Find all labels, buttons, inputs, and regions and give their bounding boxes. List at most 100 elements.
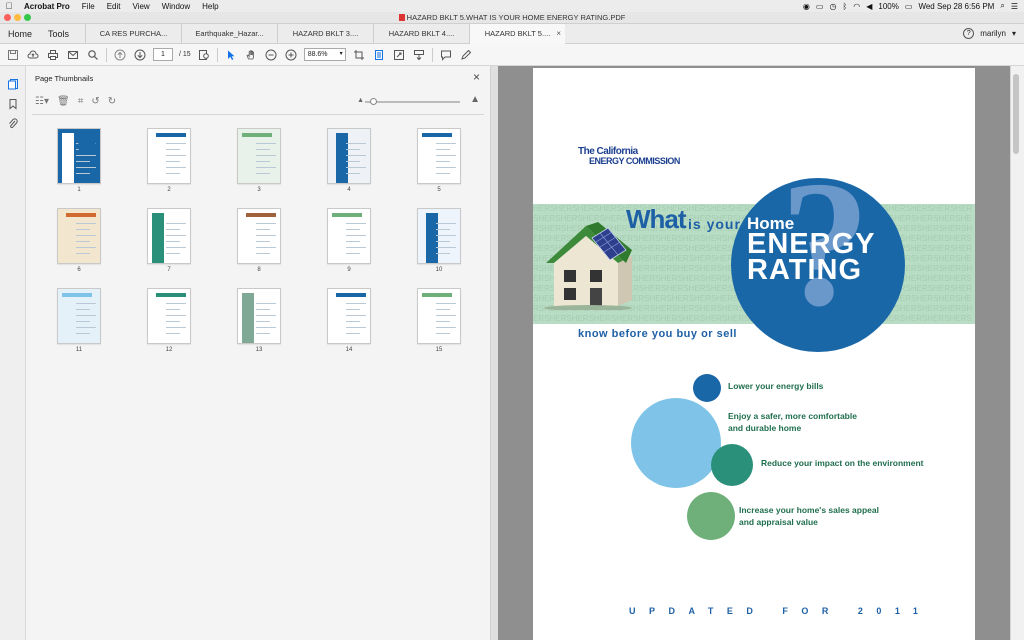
fit-page-icon[interactable] bbox=[197, 48, 211, 62]
thumbnail-text-line bbox=[346, 315, 366, 316]
crop-icon[interactable]: ⌗ bbox=[78, 96, 84, 107]
display-icon[interactable]: ▭ bbox=[816, 2, 824, 11]
page-thumbnails-icon[interactable] bbox=[7, 78, 19, 90]
document-view[interactable]: The California ENERGY COMMISSION HERSHER… bbox=[498, 66, 1010, 640]
page-number-input[interactable]: 1 bbox=[153, 48, 173, 61]
page-thumbnail[interactable] bbox=[57, 128, 101, 184]
page-thumbnail[interactable] bbox=[57, 208, 101, 264]
cloud-upload-icon[interactable] bbox=[26, 48, 40, 62]
page-thumbnail[interactable] bbox=[327, 208, 371, 264]
toolbar-divider bbox=[216, 47, 218, 62]
close-tab-icon[interactable]: × bbox=[556, 24, 561, 44]
zoom-level-select[interactable]: 88.6% bbox=[303, 48, 346, 61]
help-menu[interactable]: Help bbox=[196, 2, 224, 11]
slider-knob[interactable] bbox=[369, 98, 377, 105]
thumbnail-accent bbox=[156, 133, 186, 137]
home-tab[interactable]: Home bbox=[0, 29, 40, 39]
page-thumbnail[interactable] bbox=[417, 128, 461, 184]
page-thumbnail[interactable] bbox=[417, 208, 461, 264]
user-name[interactable]: marilyn bbox=[980, 29, 1006, 38]
thumbnail-size-slider[interactable] bbox=[365, 98, 460, 105]
options-menu-icon[interactable]: ☷▾ bbox=[35, 96, 49, 107]
scrollbar-thumb[interactable] bbox=[1013, 74, 1019, 154]
headline-is-your: is your bbox=[688, 216, 741, 232]
help-icon[interactable]: ? bbox=[963, 28, 975, 39]
wifi-icon[interactable]: ◠ bbox=[853, 2, 860, 11]
page-thumbnail[interactable] bbox=[57, 288, 101, 344]
rotate-right-icon[interactable]: ↻ bbox=[108, 96, 116, 107]
account-area: ? marilyn ▾ bbox=[963, 28, 1024, 39]
apple-menu-icon[interactable]:  bbox=[0, 1, 18, 11]
window-menu[interactable]: Window bbox=[156, 2, 196, 11]
thumbnail-text-line bbox=[256, 155, 276, 156]
next-page-icon[interactable] bbox=[133, 48, 147, 62]
file-menu[interactable]: File bbox=[76, 2, 101, 11]
zoom-in-icon[interactable] bbox=[284, 48, 298, 62]
select-cursor-icon[interactable] bbox=[224, 48, 238, 62]
delete-icon[interactable]: 🗑 bbox=[57, 96, 70, 107]
edit-menu[interactable]: Edit bbox=[101, 2, 127, 11]
document-tab[interactable]: CA RES PURCHA... bbox=[85, 23, 181, 44]
bookmark-icon[interactable] bbox=[7, 98, 19, 110]
document-tab[interactable]: Earthquake_Hazar... bbox=[181, 23, 277, 44]
panel-toolbar: ☷▾ 🗑 ⌗ ↺ ↻ bbox=[35, 96, 116, 107]
house-with-solar-panel-illustration bbox=[544, 222, 632, 310]
sync-icon[interactable]: ◷ bbox=[829, 2, 836, 11]
close-window-button[interactable] bbox=[4, 14, 11, 21]
page-thumbnail[interactable] bbox=[147, 288, 191, 344]
page-thumbnail[interactable] bbox=[237, 128, 281, 184]
comment-icon[interactable] bbox=[439, 48, 453, 62]
previous-page-icon[interactable] bbox=[113, 48, 127, 62]
attachment-icon[interactable] bbox=[7, 118, 19, 130]
thumbnail-text-line bbox=[256, 149, 270, 150]
page-thumbnail[interactable] bbox=[237, 208, 281, 264]
large-thumbnails-icon[interactable]: ▲ bbox=[470, 94, 480, 105]
close-panel-icon[interactable]: × bbox=[473, 70, 480, 84]
crop-pages-icon[interactable] bbox=[352, 48, 366, 62]
notification-center-icon[interactable]: ☰ bbox=[1011, 2, 1018, 11]
panel-splitter[interactable] bbox=[491, 66, 498, 640]
chevron-down-icon[interactable]: ▾ bbox=[1012, 29, 1016, 38]
email-icon[interactable] bbox=[66, 48, 80, 62]
volume-icon[interactable]: ◀ bbox=[866, 2, 872, 11]
bluetooth-icon[interactable]: ᛒ bbox=[842, 2, 847, 11]
thumbnail-accent bbox=[242, 293, 254, 343]
page-thumbnail[interactable] bbox=[417, 288, 461, 344]
creative-cloud-icon[interactable]: ◉ bbox=[803, 2, 810, 11]
page-thumbnail[interactable] bbox=[237, 288, 281, 344]
page-thumbnail[interactable] bbox=[147, 208, 191, 264]
page-thumbnail[interactable] bbox=[147, 128, 191, 184]
print-icon[interactable] bbox=[46, 48, 60, 62]
pdf-file-icon bbox=[398, 14, 405, 21]
app-menu[interactable]: Acrobat Pro bbox=[18, 2, 76, 11]
zoom-out-icon[interactable] bbox=[264, 48, 278, 62]
view-menu[interactable]: View bbox=[126, 2, 155, 11]
page-thumbnail[interactable] bbox=[327, 288, 371, 344]
thumbnail-text-line bbox=[166, 149, 180, 150]
zoom-window-button[interactable] bbox=[24, 14, 31, 21]
updated-for-year: UPDATED FOR 2011 bbox=[629, 606, 932, 616]
page-thumbnail[interactable] bbox=[327, 128, 371, 184]
thumbnail-text-line bbox=[436, 253, 450, 254]
spotlight-icon[interactable]: ⌕ bbox=[1000, 1, 1004, 11]
tools-tab[interactable]: Tools bbox=[40, 29, 77, 39]
scrolling-mode-icon[interactable] bbox=[372, 48, 386, 62]
document-tab[interactable]: HAZARD BKLT 4.... bbox=[373, 23, 469, 44]
document-tab[interactable]: HAZARD BKLT 3.... bbox=[277, 23, 373, 44]
read-mode-icon[interactable] bbox=[412, 48, 426, 62]
vertical-scrollbar[interactable] bbox=[1010, 66, 1024, 640]
document-tab-active[interactable]: HAZARD BKLT 5.... × bbox=[469, 23, 566, 44]
document-tab-label: HAZARD BKLT 4.... bbox=[388, 28, 455, 38]
battery-percent[interactable]: 100% bbox=[878, 2, 898, 11]
full-screen-icon[interactable] bbox=[392, 48, 406, 62]
sign-icon[interactable] bbox=[459, 48, 473, 62]
small-thumbnails-icon[interactable]: ▲ bbox=[357, 97, 364, 104]
save-icon[interactable] bbox=[6, 48, 20, 62]
clock[interactable]: Wed Sep 28 6:56 PM bbox=[918, 2, 994, 11]
hand-tool-icon[interactable] bbox=[244, 48, 258, 62]
toolbar-divider bbox=[106, 47, 107, 62]
thumbnail-accent bbox=[152, 213, 164, 263]
rotate-left-icon[interactable]: ↺ bbox=[91, 96, 99, 107]
search-icon[interactable] bbox=[86, 48, 100, 62]
minimize-window-button[interactable] bbox=[14, 14, 21, 21]
